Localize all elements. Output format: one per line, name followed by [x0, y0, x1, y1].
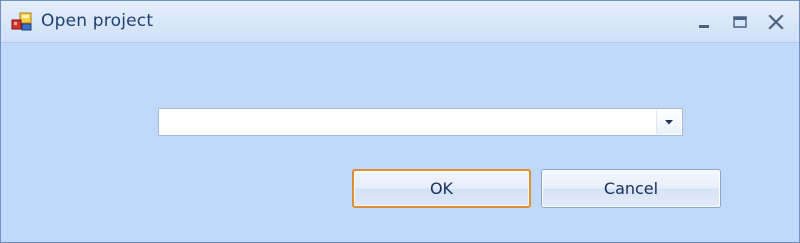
dropdown-button[interactable]: [656, 110, 681, 134]
window-title: Open project: [41, 11, 154, 31]
project-select[interactable]: [158, 108, 683, 136]
ok-button[interactable]: OK: [352, 169, 531, 208]
open-project-dialog: Open project OK Cancel: [0, 0, 800, 243]
title-bar[interactable]: Open project: [1, 1, 799, 43]
maximize-icon[interactable]: [729, 11, 751, 33]
minimize-icon[interactable]: [693, 11, 715, 33]
close-icon[interactable]: [765, 11, 787, 33]
chevron-down-icon: [665, 120, 673, 125]
project-app-icon[interactable]: [11, 12, 33, 32]
cancel-button[interactable]: Cancel: [541, 169, 721, 208]
